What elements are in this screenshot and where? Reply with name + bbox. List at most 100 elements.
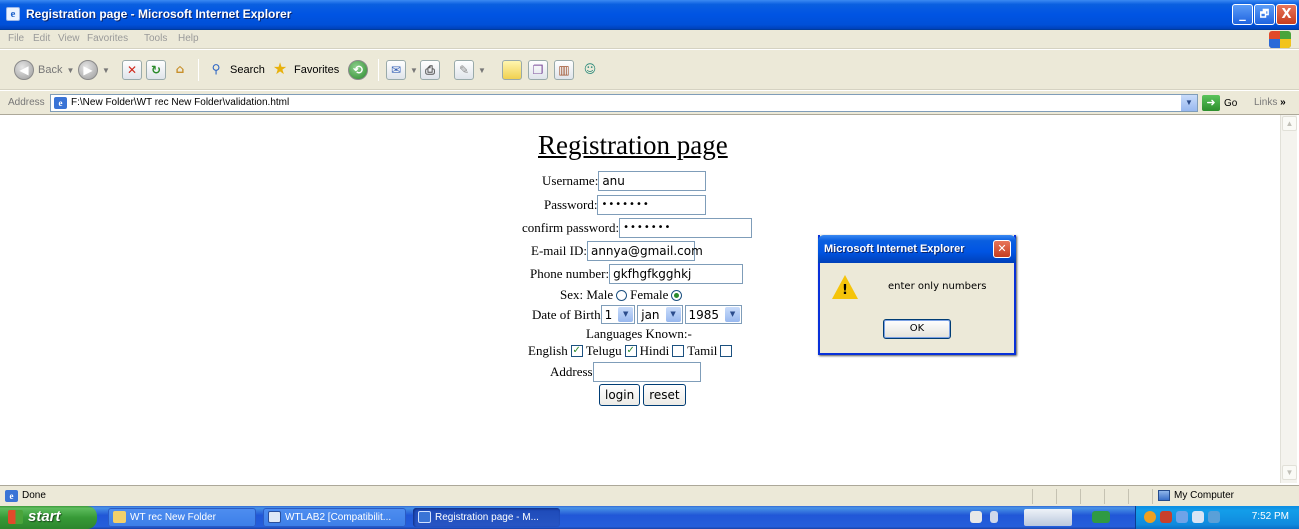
home-button[interactable]: ⌂ xyxy=(170,59,190,81)
dialog-close-button[interactable]: ✕ xyxy=(993,240,1011,258)
research-icon: ❐ xyxy=(528,60,548,80)
dob-year-select[interactable]: 1985 ▼ xyxy=(684,305,743,324)
users-icon: ☺ xyxy=(583,62,597,76)
tray-status-icon[interactable] xyxy=(1144,511,1156,523)
discuss-button[interactable] xyxy=(502,59,522,81)
dob-month-select[interactable]: jan ▼ xyxy=(637,305,683,324)
confirm-password-label: confirm password: xyxy=(522,220,620,235)
close-button[interactable]: X xyxy=(1276,4,1297,25)
ie-window-icon[interactable]: e xyxy=(6,7,20,21)
windows-logo-icon xyxy=(1269,31,1291,48)
taskbar-item-ie[interactable]: Registration page - M... xyxy=(413,508,560,527)
tray-app-icon[interactable] xyxy=(1160,511,1172,523)
tray-monitor-icon[interactable] xyxy=(1208,511,1220,523)
taskbar-item-folder[interactable]: WT rec New Folder xyxy=(108,508,256,527)
network-icon[interactable] xyxy=(990,511,998,523)
warning-exclamation-icon: ! xyxy=(842,283,848,298)
menu-edit[interactable]: Edit xyxy=(33,33,50,44)
chevron-down-icon: ▼ xyxy=(665,307,681,322)
female-radio[interactable] xyxy=(671,289,683,301)
alert-dialog: Microsoft Internet Explorer ✕ ! enter on… xyxy=(818,235,1016,355)
start-button[interactable]: start xyxy=(0,506,97,529)
print-button[interactable]: ⎙ xyxy=(420,59,440,81)
address-dropdown-icon[interactable]: ▼ xyxy=(1181,95,1197,111)
computer-icon xyxy=(1158,490,1170,501)
menu-help[interactable]: Help xyxy=(178,33,199,44)
email-input[interactable]: annya@gmail.com xyxy=(586,241,703,261)
stop-button[interactable]: ✕ xyxy=(122,59,142,81)
security-zone: My Computer xyxy=(1158,490,1234,501)
favorites-button[interactable]: ★ Favorites xyxy=(270,59,339,81)
go-label: Go xyxy=(1224,97,1238,109)
dialog-message: enter only numbers xyxy=(888,281,987,292)
male-radio[interactable] xyxy=(616,289,628,301)
minimize-button[interactable]: _ xyxy=(1232,4,1253,25)
history-button[interactable]: ⟲ xyxy=(348,59,368,81)
address-url: F:\New Folder\WT rec New Folder\validati… xyxy=(71,97,290,108)
tray-messenger-icon[interactable] xyxy=(1176,511,1188,523)
language-telugu-label: Telugu xyxy=(585,343,622,358)
chevron-right-icon: » xyxy=(1280,97,1286,108)
window-title: Registration page - Microsoft Internet E… xyxy=(26,7,292,21)
menu-file[interactable]: File xyxy=(8,33,24,44)
dropdown-arrow-icon: ▼ xyxy=(66,65,75,75)
phone-input[interactable]: gkfhgfkgghkj xyxy=(609,264,744,284)
users-button[interactable]: ☺ xyxy=(580,59,600,81)
vertical-scrollbar[interactable]: ▲ ▼ xyxy=(1280,115,1297,483)
window-titlebar[interactable]: e Registration page - Microsoft Internet… xyxy=(0,0,1299,30)
address-field-input[interactable] xyxy=(592,362,701,382)
books-icon: ▥ xyxy=(554,60,574,80)
dropdown-arrow-icon: ▼ xyxy=(410,65,418,75)
telugu-checkbox[interactable]: ✓ xyxy=(624,345,637,357)
edit-button[interactable]: ✎ ▼ xyxy=(454,59,486,81)
scroll-up-icon[interactable]: ▲ xyxy=(1282,116,1297,131)
forward-button[interactable]: ▶ ▼ xyxy=(78,59,110,81)
note-icon xyxy=(502,60,522,80)
go-arrow-icon: ➜ xyxy=(1202,95,1220,111)
search-icon: ⚲ xyxy=(211,62,221,76)
sex-label: Sex: xyxy=(560,287,584,302)
volume-icon[interactable] xyxy=(1192,511,1204,523)
back-button[interactable]: ◀ Back ▼ xyxy=(14,59,74,81)
address-label: Address xyxy=(8,97,45,108)
login-button[interactable]: login xyxy=(599,384,641,406)
help-icon[interactable] xyxy=(970,511,982,523)
windows-logo-icon xyxy=(8,510,23,524)
hindi-checkbox[interactable] xyxy=(672,345,685,357)
dialog-titlebar[interactable]: Microsoft Internet Explorer ✕ xyxy=(818,235,1016,263)
username-input[interactable]: anu xyxy=(598,171,707,191)
mail-button[interactable]: ✉ ▼ xyxy=(386,59,418,81)
reset-button[interactable]: reset xyxy=(643,384,686,406)
dob-day-select[interactable]: 1 ▼ xyxy=(600,305,636,324)
taskbar-item-word[interactable]: WTLAB2 [Compatibilit... xyxy=(263,508,406,527)
back-arrow-icon: ◀ xyxy=(14,60,34,80)
favorites-label: Favorites xyxy=(294,64,340,76)
tamil-checkbox[interactable] xyxy=(720,345,733,357)
refresh-button[interactable]: ↻ xyxy=(146,59,166,81)
ie-icon xyxy=(418,511,431,523)
password-input[interactable]: ••••••• xyxy=(597,195,707,215)
search-label: Search xyxy=(230,64,265,76)
books-button[interactable]: ▥ xyxy=(554,59,574,81)
status-text: Done xyxy=(22,490,46,501)
male-label: Male xyxy=(586,287,614,302)
confirm-password-input[interactable]: ••••••• xyxy=(619,218,753,238)
mail-icon: ✉ xyxy=(386,60,406,80)
dropdown-arrow-icon: ▼ xyxy=(478,65,486,75)
arrow-icon[interactable] xyxy=(1092,511,1110,523)
languages-label: Languages Known:- xyxy=(586,326,692,341)
phone-label: Phone number: xyxy=(530,266,610,281)
menu-favorites[interactable]: Favorites xyxy=(87,33,128,44)
menu-tools[interactable]: Tools xyxy=(144,33,167,44)
links-button[interactable]: Links » xyxy=(1254,97,1286,108)
menu-view[interactable]: View xyxy=(58,33,80,44)
scroll-down-icon[interactable]: ▼ xyxy=(1282,465,1297,480)
search-button[interactable]: ⚲ Search xyxy=(206,59,265,81)
nero-search-icon[interactable] xyxy=(1024,509,1072,526)
go-button[interactable]: ➜ Go xyxy=(1202,95,1237,111)
address-input[interactable]: e F:\New Folder\WT rec New Folder\valida… xyxy=(50,94,1198,112)
maximize-button[interactable]: 🗗 xyxy=(1254,4,1275,25)
messenger-button[interactable]: ❐ xyxy=(528,59,548,81)
dialog-ok-button[interactable]: OK xyxy=(883,319,951,339)
english-checkbox[interactable]: ✓ xyxy=(570,345,583,357)
